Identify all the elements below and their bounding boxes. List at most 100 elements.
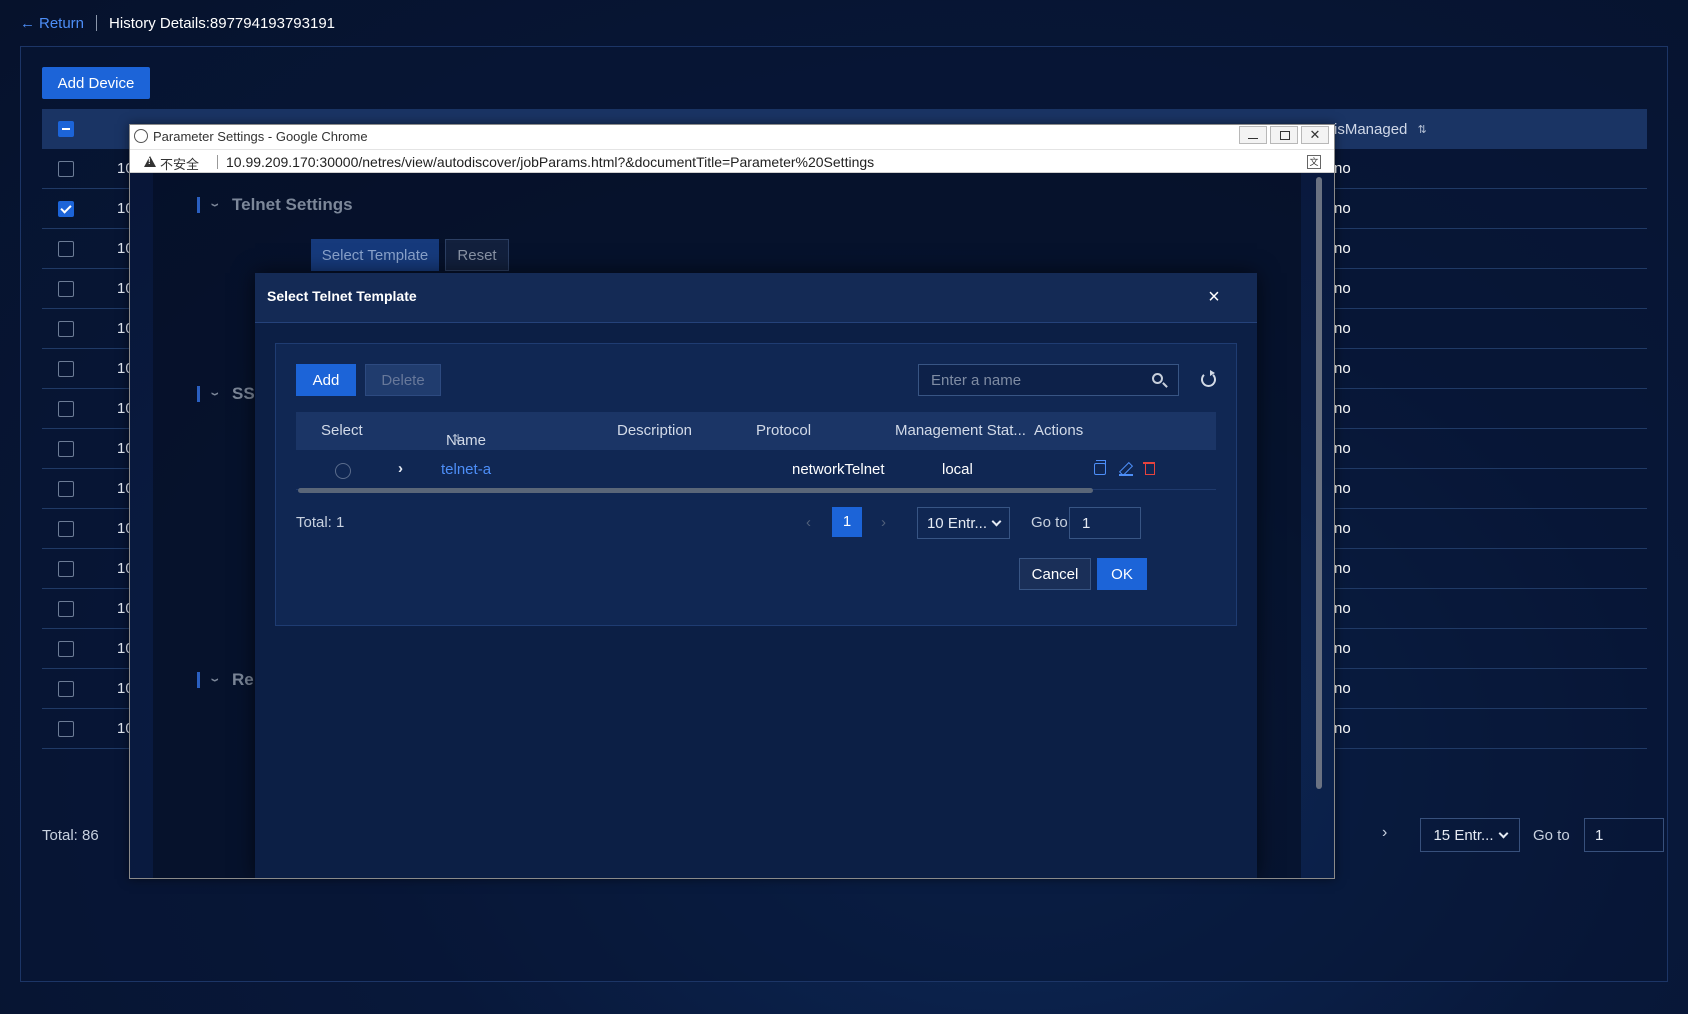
row-checkbox[interactable]	[58, 400, 74, 417]
dialog-header: Select Telnet Template ×	[255, 273, 1257, 323]
select-radio[interactable]	[335, 463, 351, 479]
minimize-button[interactable]	[1239, 126, 1267, 144]
return-link[interactable]: ← Return	[20, 15, 84, 32]
row-checkbox[interactable]	[58, 600, 74, 617]
reset-button[interactable]: Reset	[445, 239, 509, 271]
select-template-button[interactable]: Select Template	[311, 239, 439, 271]
refresh-icon[interactable]	[1201, 370, 1216, 387]
chevron-right-icon[interactable]: ›	[398, 460, 403, 477]
current-page-button[interactable]: 1	[832, 507, 862, 537]
ok-button[interactable]: OK	[1097, 558, 1147, 590]
select-all-checkbox[interactable]	[58, 121, 74, 137]
row-checkbox[interactable]	[58, 320, 74, 337]
section-marker	[197, 197, 200, 213]
column-header-protocol: Protocol	[756, 422, 812, 439]
sort-icon: ⇅	[1417, 123, 1427, 136]
url-text[interactable]: 10.99.209.170:30000/netres/view/autodisc…	[226, 154, 874, 170]
device-total: Total: 86	[42, 827, 99, 844]
row-checkbox[interactable]	[58, 200, 74, 217]
template-panel: Add Delete Select Name⇅ Description Prot…	[275, 343, 1237, 626]
maximize-button[interactable]	[1270, 126, 1298, 144]
row-checkbox[interactable]	[58, 640, 74, 657]
chevron-down-icon: ›	[206, 203, 226, 207]
template-total: Total: 1	[296, 514, 345, 531]
column-header-label: isManaged	[1334, 120, 1408, 138]
address-bar[interactable]: 不安全 10.99.209.170:30000/netres/view/auto…	[130, 149, 1334, 173]
goto-page-input[interactable]	[1069, 507, 1141, 539]
is-managed-cell: no	[1334, 240, 1351, 257]
chrome-titlebar[interactable]: Parameter Settings - Google Chrome ✕	[130, 125, 1334, 149]
is-managed-cell: no	[1334, 320, 1351, 337]
edit-icon[interactable]	[1119, 462, 1133, 476]
scrollbar-thumb[interactable]	[298, 488, 1093, 493]
next-page-button[interactable]: ›	[881, 514, 886, 531]
goto-page-input[interactable]	[1584, 818, 1664, 852]
is-managed-cell: no	[1334, 200, 1351, 217]
horizontal-scrollbar[interactable]	[296, 488, 1216, 494]
section-re[interactable]: › Re	[197, 670, 254, 690]
arrow-left-icon: ←	[20, 14, 35, 32]
copy-icon[interactable]	[1094, 460, 1106, 475]
vertical-scrollbar[interactable]	[1316, 177, 1322, 789]
protocol-cell: networkTelnet	[792, 461, 885, 478]
translate-icon[interactable]: 文	[1307, 155, 1321, 169]
template-table: Select Name ⇅ Description Protocol Manage…	[296, 412, 1216, 490]
section-ssh-settings[interactable]: › SS	[197, 384, 255, 404]
chevron-down-icon	[991, 516, 1002, 526]
add-button[interactable]: Add	[296, 364, 356, 396]
page-size-select[interactable]: 15 Entr...	[1420, 818, 1520, 852]
row-checkbox[interactable]	[58, 720, 74, 737]
chevron-down-icon	[1498, 828, 1508, 838]
section-title: Re	[232, 670, 254, 689]
column-header-management-status: Management Stat...	[895, 422, 1026, 439]
params-form: › Telnet Settings Select Template Reset …	[153, 173, 1301, 878]
chevron-down-icon: ›	[206, 392, 226, 396]
is-managed-cell: no	[1334, 440, 1351, 457]
search-icon[interactable]	[1152, 373, 1163, 384]
goto-label: Go to	[1031, 514, 1068, 531]
row-checkbox[interactable]	[58, 160, 74, 177]
row-checkbox[interactable]	[58, 240, 74, 257]
row-checkbox[interactable]	[58, 520, 74, 537]
is-managed-cell: no	[1334, 480, 1351, 497]
divider	[96, 15, 98, 31]
row-checkbox[interactable]	[58, 440, 74, 457]
close-icon[interactable]: ×	[1204, 287, 1224, 307]
section-marker	[197, 386, 200, 402]
globe-icon	[134, 129, 148, 143]
row-checkbox[interactable]	[58, 480, 74, 497]
delete-icon[interactable]	[1143, 461, 1155, 475]
next-page-button[interactable]: ›	[1382, 824, 1387, 842]
page-size-select[interactable]: 10 Entr...	[917, 507, 1010, 539]
section-marker	[197, 672, 200, 688]
add-device-button[interactable]: Add Device	[42, 67, 150, 99]
goto-label: Go to	[1533, 827, 1570, 844]
page-title: History Details:897794193793191	[109, 14, 336, 32]
template-name-link[interactable]: telnet-a	[441, 461, 491, 478]
top-bar: ← Return History Details:897794193793191	[20, 10, 335, 36]
is-managed-cell: no	[1334, 600, 1351, 617]
is-managed-cell: no	[1334, 360, 1351, 377]
row-checkbox[interactable]	[58, 680, 74, 697]
is-managed-cell: no	[1334, 560, 1351, 577]
is-managed-cell: no	[1334, 520, 1351, 537]
page-size-value: 10 Entr...	[926, 514, 988, 532]
table-row[interactable]: › telnet-a networkTelnet local	[296, 450, 1216, 490]
section-title: SS	[232, 384, 255, 403]
select-telnet-template-dialog: Select Telnet Template × Add Delete Sele…	[255, 273, 1257, 878]
close-window-button[interactable]: ✕	[1301, 126, 1329, 144]
is-managed-cell: no	[1334, 720, 1351, 737]
prev-page-button[interactable]: ‹	[806, 514, 811, 531]
row-checkbox[interactable]	[58, 280, 74, 297]
return-label: Return	[39, 14, 85, 32]
column-header-ismanaged[interactable]: isManaged ⇅	[1334, 121, 1427, 138]
template-table-header: Select Name ⇅ Description Protocol Manage…	[296, 412, 1216, 450]
is-managed-cell: no	[1334, 680, 1351, 697]
search-input[interactable]	[919, 365, 1139, 395]
section-telnet-settings[interactable]: › Telnet Settings	[197, 195, 353, 215]
delete-button[interactable]: Delete	[365, 364, 441, 396]
row-checkbox[interactable]	[58, 360, 74, 377]
cancel-button[interactable]: Cancel	[1019, 558, 1091, 590]
column-header-actions: Actions	[1034, 422, 1084, 439]
row-checkbox[interactable]	[58, 560, 74, 577]
